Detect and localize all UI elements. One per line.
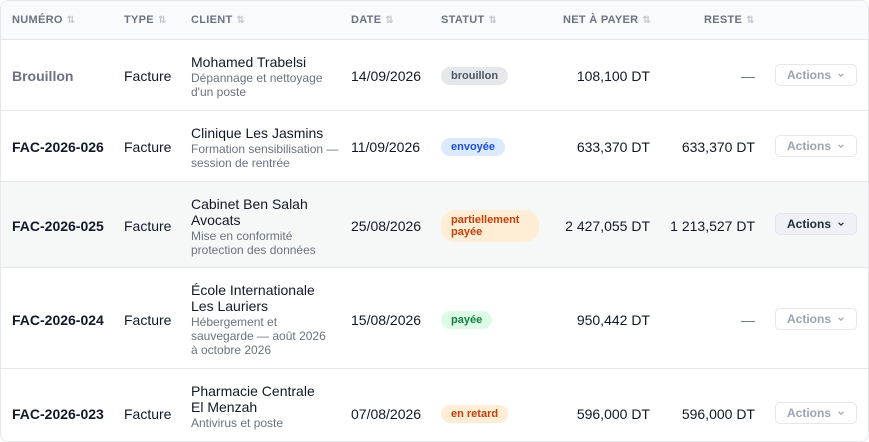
client-name: École Internationale Les Lauriers [191, 282, 315, 314]
header-label: CLIENT [191, 14, 233, 26]
table-row[interactable]: Brouillon Facture Mohamed Trabelsi Dépan… [1, 39, 868, 111]
invoice-date: 11/09/2026 [351, 139, 421, 155]
invoice-date: 25/08/2026 [351, 218, 422, 234]
invoice-type: Facture [124, 312, 172, 328]
client-description: Formation sensibilisation — session de r… [191, 142, 339, 170]
column-header-reste[interactable]: RESTE ⇅ [704, 14, 755, 26]
client-name: Cabinet Ben Salah Avocats [191, 196, 308, 228]
actions-label: Actions [786, 312, 831, 326]
client-cell: Mohamed Trabelsi Dépannage et nettoyage … [191, 54, 341, 99]
invoices-table: NUMÉRO ⇅ TYPE ⇅ CLIENT ⇅ DATE ⇅ STATUT ⇅ NET … [0, 0, 869, 442]
actions-button[interactable]: Actions [775, 308, 857, 330]
invoice-type: Facture [124, 139, 172, 155]
header-label: TYPE [124, 14, 154, 26]
chevron-down-icon [838, 222, 844, 226]
client-description: Antivirus et poste [191, 416, 284, 430]
sort-icon: ⇅ [746, 15, 755, 26]
remaining-amount: 1 213,527 DT [670, 218, 755, 234]
client-cell: Clinique Les Jasmins Formation sensibili… [191, 125, 341, 170]
status-badge: envoyée [441, 138, 506, 156]
client-cell: Cabinet Ben Salah Avocats Mise en confor… [191, 196, 341, 257]
header-label: DATE [351, 14, 382, 26]
status-badge: payée [441, 311, 493, 329]
chevron-down-icon [838, 73, 844, 77]
table-header: NUMÉRO ⇅ TYPE ⇅ CLIENT ⇅ DATE ⇅ STATUT ⇅ NET … [1, 1, 868, 39]
sort-icon: ⇅ [488, 15, 498, 26]
sort-icon: ⇅ [236, 15, 246, 26]
column-header-numero[interactable]: NUMÉRO ⇅ [12, 14, 75, 26]
remaining-amount: — [741, 312, 755, 328]
remaining-amount: — [741, 68, 755, 84]
actions-label: Actions [786, 139, 831, 153]
actions-button[interactable]: Actions [775, 213, 857, 235]
actions-button[interactable]: Actions [775, 64, 857, 86]
column-header-statut[interactable]: STATUT ⇅ [441, 14, 497, 26]
table-row[interactable]: FAC-2026-025 Facture Cabinet Ben Salah A… [1, 181, 868, 268]
client-name: Mohamed Trabelsi [191, 54, 307, 70]
sort-icon: ⇅ [385, 15, 395, 26]
header-label: NUMÉRO [12, 14, 63, 26]
table-row[interactable]: FAC-2026-024 Facture École International… [1, 267, 868, 369]
invoice-date: 14/09/2026 [351, 68, 422, 84]
client-description: Hébergement et sauvegarde — août 2026 à … [191, 315, 326, 357]
chevron-down-icon [838, 144, 844, 148]
invoice-number[interactable]: Brouillon [12, 68, 73, 84]
chevron-down-icon [838, 411, 844, 415]
invoice-number[interactable]: FAC-2026-026 [12, 139, 104, 155]
chevron-down-icon [838, 317, 844, 321]
header-label: RESTE [704, 14, 743, 26]
column-header-date[interactable]: DATE ⇅ [351, 14, 394, 26]
invoice-date: 15/08/2026 [351, 312, 422, 328]
client-cell: École Internationale Les Lauriers Héberg… [191, 282, 341, 357]
invoice-number[interactable]: FAC-2026-025 [12, 218, 104, 234]
client-description: Mise en conformité protection des donnée… [191, 229, 316, 257]
invoice-date: 07/08/2026 [351, 406, 422, 422]
actions-label: Actions [786, 217, 831, 231]
net-amount: 2 427,055 DT [565, 218, 650, 234]
header-label: NET À PAYER [563, 14, 639, 26]
client-description: Dépannage et nettoyage d'un poste [191, 71, 323, 99]
status-badge: en retard [441, 405, 509, 423]
table-row[interactable]: FAC-2026-026 Facture Clinique Les Jasmin… [1, 110, 868, 182]
invoice-number[interactable]: FAC-2026-023 [12, 406, 104, 422]
actions-button[interactable]: Actions [775, 402, 857, 424]
column-header-net[interactable]: NET À PAYER ⇅ [563, 14, 651, 26]
invoice-type: Facture [124, 218, 172, 234]
status-badge: partiellement payée [441, 210, 539, 242]
sort-icon: ⇅ [66, 15, 76, 26]
client-name: Clinique Les Jasmins [191, 125, 324, 141]
actions-label: Actions [786, 68, 831, 82]
net-amount: 950,442 DT [576, 312, 650, 328]
invoice-type: Facture [124, 406, 172, 422]
actions-button[interactable]: Actions [775, 135, 857, 157]
remaining-amount: 633,370 DT [681, 139, 755, 155]
actions-label: Actions [786, 406, 831, 420]
client-cell: Pharmacie Centrale El Menzah Antivirus e… [191, 383, 341, 430]
status-badge: brouillon [441, 67, 509, 85]
invoice-type: Facture [124, 68, 172, 84]
sort-icon: ⇅ [157, 15, 167, 26]
table-row[interactable]: FAC-2026-023 Facture Pharmacie Centrale … [1, 368, 868, 441]
column-header-type[interactable]: TYPE ⇅ [124, 14, 167, 26]
net-amount: 108,100 DT [576, 68, 650, 84]
invoice-number[interactable]: FAC-2026-024 [12, 312, 104, 328]
client-name: Pharmacie Centrale El Menzah [191, 383, 315, 415]
remaining-amount: 596,000 DT [681, 406, 755, 422]
header-label: STATUT [441, 14, 485, 26]
column-header-client[interactable]: CLIENT ⇅ [191, 14, 245, 26]
net-amount: 596,000 DT [576, 406, 650, 422]
sort-icon: ⇅ [642, 15, 652, 26]
net-amount: 633,370 DT [576, 139, 650, 155]
